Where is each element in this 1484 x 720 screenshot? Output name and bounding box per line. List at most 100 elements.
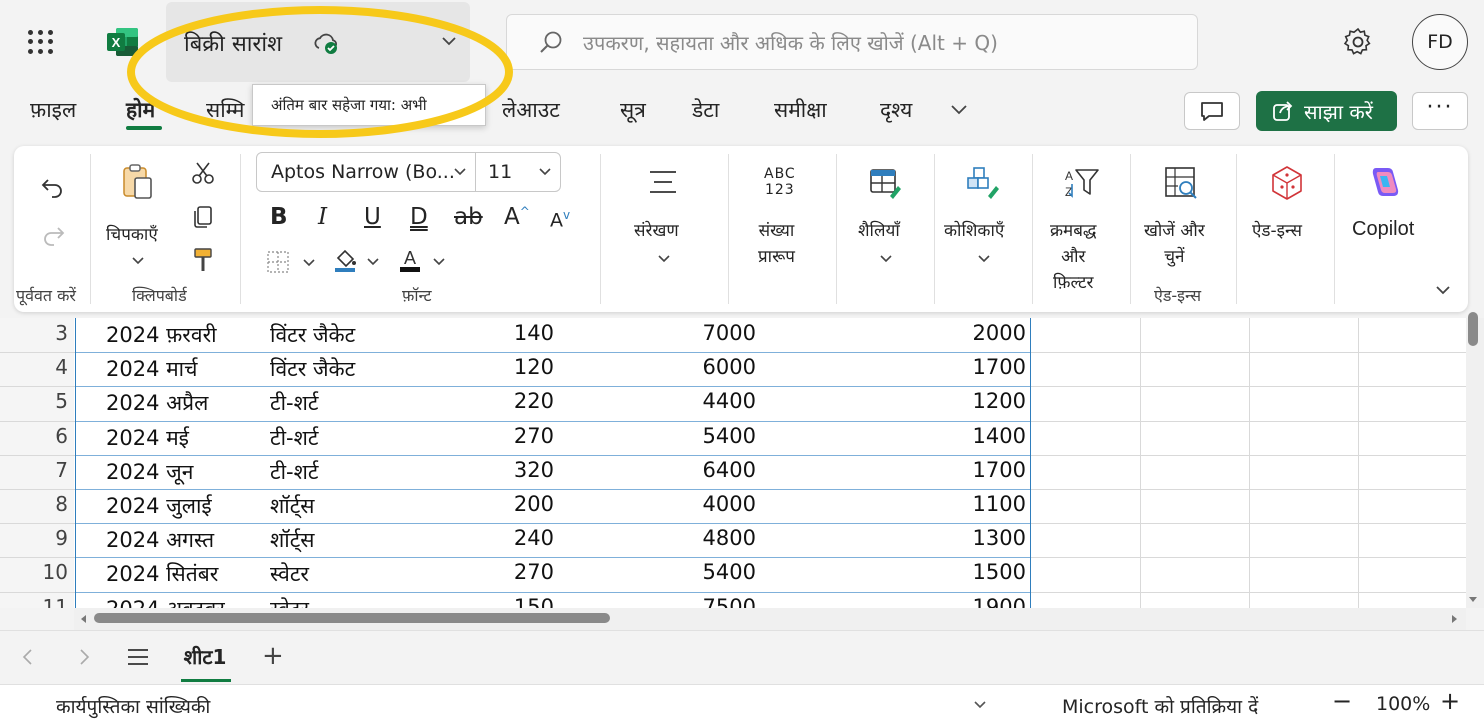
double-underline-button[interactable]: D: [410, 204, 428, 230]
borders-icon[interactable]: [266, 250, 316, 274]
cells-icon[interactable]: [964, 164, 1004, 202]
ribbon-divider: [934, 154, 935, 304]
tab-layout[interactable]: लेआउट: [502, 96, 560, 124]
chevron-down-icon[interactable]: [972, 699, 988, 711]
tab-review[interactable]: समीक्षा: [774, 96, 827, 124]
spreadsheet-grid[interactable]: 3 2024 फ़रवरी विंटर जैकेट 140 7000 2000 4 2024 …: [0, 318, 1466, 608]
ribbon-divider: [1032, 154, 1033, 304]
redo-icon[interactable]: [40, 222, 66, 248]
tab-insert[interactable]: सम्मि: [206, 96, 244, 124]
prev-sheet-icon[interactable]: [20, 647, 36, 667]
find-select-line1: खोजें और: [1144, 221, 1205, 241]
find-select-button[interactable]: खोजें और चुनें: [1144, 218, 1205, 270]
number-format-button[interactable]: संख्या प्रारूप: [758, 218, 795, 270]
undo-icon[interactable]: [40, 174, 66, 200]
tab-data[interactable]: डेटा: [692, 96, 719, 124]
number-format-icon[interactable]: ABC 123: [764, 166, 796, 198]
addins-icon[interactable]: [1268, 164, 1306, 202]
paste-chevron-icon[interactable]: [130, 254, 146, 268]
vertical-scrollbar[interactable]: [1466, 318, 1484, 608]
next-sheet-icon[interactable]: [76, 647, 92, 667]
vertical-scroll-thumb[interactable]: [1468, 312, 1478, 346]
cut-icon[interactable]: [190, 160, 216, 186]
ribbon-expand-chevron-icon[interactable]: [1434, 282, 1452, 298]
svg-text:A: A: [1065, 169, 1073, 183]
zoom-in-button[interactable]: +: [1440, 687, 1460, 715]
shrink-font-button[interactable]: Av: [550, 208, 570, 231]
copilot-label[interactable]: Copilot: [1352, 218, 1414, 241]
sort-filter-button[interactable]: क्रमबद्ध और फ़िल्टर: [1050, 218, 1097, 296]
find-select-icon[interactable]: [1162, 164, 1202, 204]
chevron-down-icon[interactable]: [656, 252, 672, 266]
more-tabs-chevron-icon[interactable]: [948, 100, 970, 120]
copilot-icon[interactable]: [1364, 164, 1404, 202]
alignment-label[interactable]: संरेखण: [634, 218, 679, 241]
row-number[interactable]: 5: [0, 389, 68, 413]
add-sheet-button[interactable]: +: [262, 641, 284, 671]
styles-icon[interactable]: [868, 166, 904, 202]
bold-button[interactable]: B: [270, 204, 288, 230]
scroll-down-icon[interactable]: [1466, 594, 1480, 606]
sort-filter-line1: क्रमबद्ध: [1050, 221, 1097, 241]
strikethrough-button[interactable]: ab: [454, 204, 483, 230]
paste-label[interactable]: चिपकाएँ: [106, 222, 158, 245]
sort-filter-icon[interactable]: A Z: [1062, 164, 1102, 204]
more-options-button[interactable]: ···: [1412, 92, 1468, 130]
comment-icon: [1201, 102, 1223, 121]
tab-home[interactable]: होम: [126, 96, 155, 124]
excel-logo-icon[interactable]: X: [106, 26, 140, 58]
cells-label[interactable]: कोशिकाएँ: [944, 218, 1004, 241]
document-title[interactable]: बिक्री सारांश: [184, 28, 282, 58]
tab-view[interactable]: दृश्य: [880, 96, 912, 124]
zoom-level[interactable]: 100%: [1376, 693, 1430, 715]
avatar[interactable]: FD: [1412, 14, 1468, 70]
svg-text:A: A: [404, 248, 416, 268]
row-number[interactable]: 11: [0, 595, 68, 608]
row-number[interactable]: 8: [0, 492, 68, 516]
app-launcher-icon[interactable]: [28, 30, 54, 54]
tab-file[interactable]: फ़ाइल: [30, 96, 76, 124]
font-name-select[interactable]: Aptos Narrow (Bo...: [256, 152, 476, 192]
font-size-select[interactable]: 11: [475, 152, 561, 192]
italic-button[interactable]: I: [318, 204, 327, 230]
ribbon-divider: [1334, 154, 1335, 304]
sort-filter-line2: और: [1061, 247, 1086, 267]
chevron-down-icon[interactable]: [440, 32, 458, 50]
addins-label[interactable]: ऐड-इन्स: [1252, 218, 1302, 241]
share-button[interactable]: साझा करें: [1256, 91, 1397, 131]
fill-color-icon[interactable]: [332, 246, 382, 274]
scroll-right-icon[interactable]: [1448, 612, 1460, 626]
tab-formulas[interactable]: सूत्र: [620, 96, 646, 124]
copy-icon[interactable]: [190, 204, 216, 230]
title-bar: X बिक्री सारांश उपकरण, सहायता और अधिक के…: [0, 0, 1484, 86]
sheet-tab-active[interactable]: शीट1: [174, 639, 236, 679]
paste-icon[interactable]: [120, 162, 156, 202]
grow-font-button[interactable]: A^: [504, 204, 530, 230]
search-input[interactable]: उपकरण, सहायता और अधिक के लिए खोजें (Alt …: [506, 14, 1198, 70]
feedback-link[interactable]: Microsoft को प्रतिक्रिया दें: [1062, 693, 1258, 719]
row-number[interactable]: 10: [0, 560, 68, 584]
sort-filter-line3: फ़िल्टर: [1053, 273, 1094, 293]
alignment-icon[interactable]: [646, 166, 680, 198]
gear-icon[interactable]: [1342, 26, 1374, 58]
row-number[interactable]: 4: [0, 355, 68, 379]
chevron-down-icon[interactable]: [878, 252, 894, 266]
row-number[interactable]: 7: [0, 458, 68, 482]
styles-label[interactable]: शैलियाँ: [858, 218, 900, 241]
row-number[interactable]: 6: [0, 424, 68, 448]
row-number[interactable]: 9: [0, 526, 68, 550]
row-number[interactable]: 3: [0, 321, 68, 345]
save-status-tooltip: अंतिम बार सहेजा गया: अभी: [252, 84, 486, 126]
font-group-label: फ़ॉन्ट: [402, 286, 432, 305]
workbook-statistics[interactable]: कार्यपुस्तिका सांख्यिकी: [56, 693, 210, 719]
comments-button[interactable]: [1184, 92, 1240, 130]
scroll-left-icon[interactable]: [78, 612, 90, 626]
zoom-out-button[interactable]: −: [1332, 687, 1352, 715]
format-painter-icon[interactable]: [190, 246, 216, 274]
font-name-value: Aptos Narrow (Bo...: [271, 161, 455, 183]
all-sheets-menu-icon[interactable]: [126, 646, 150, 668]
underline-button[interactable]: U: [364, 204, 381, 230]
font-color-icon[interactable]: A: [398, 246, 448, 274]
horizontal-scroll-thumb[interactable]: [94, 613, 610, 623]
chevron-down-icon[interactable]: [976, 252, 992, 266]
